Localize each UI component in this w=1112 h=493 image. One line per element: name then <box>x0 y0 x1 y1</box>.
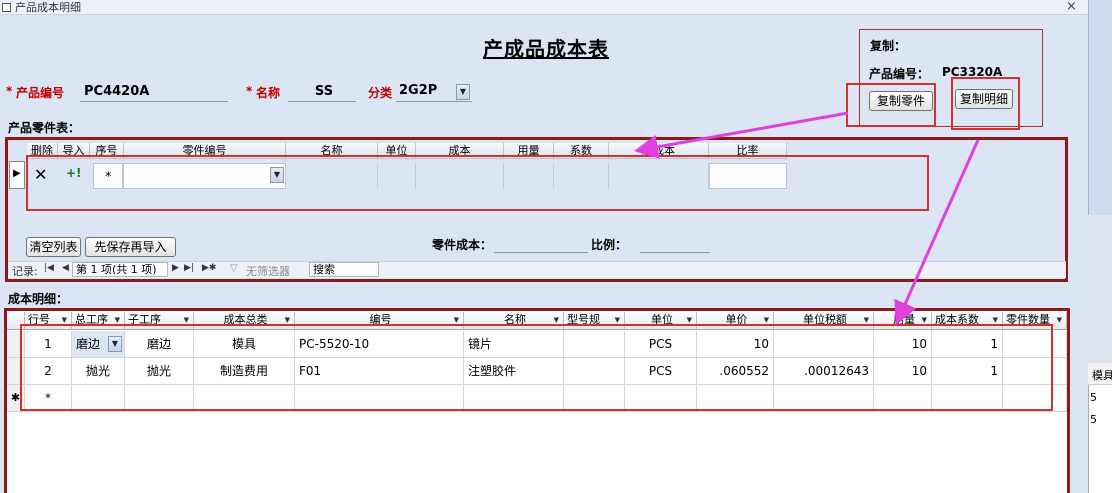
arrow-copy-details <box>894 139 980 326</box>
arrow-copy-parts <box>634 111 849 159</box>
annotation-arrows <box>634 111 980 326</box>
